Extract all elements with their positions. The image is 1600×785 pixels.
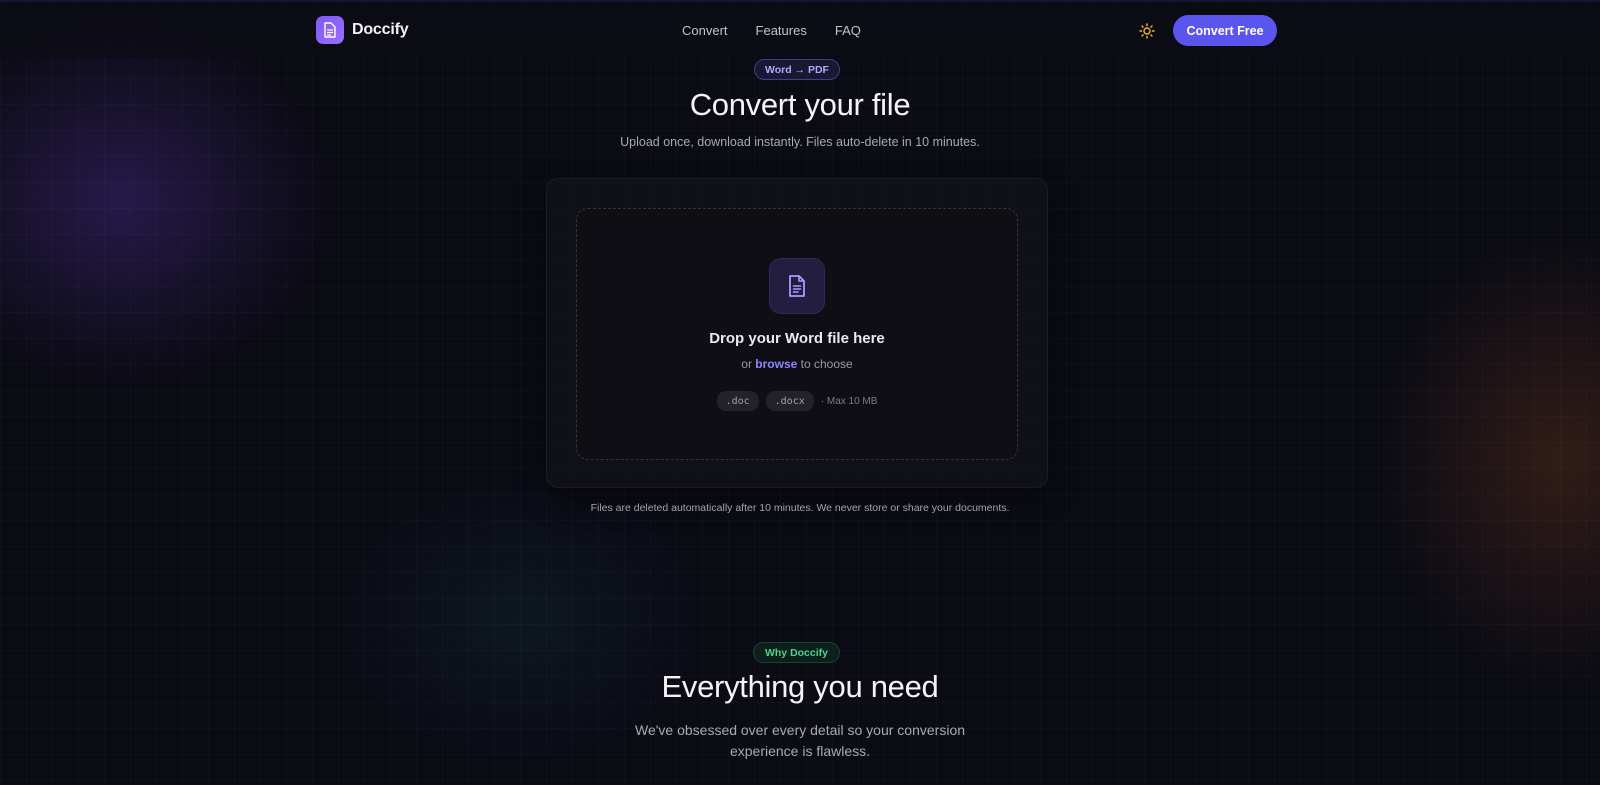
nav-link-faq[interactable]: FAQ xyxy=(835,23,861,38)
dropzone-sub-prefix: or xyxy=(741,357,752,371)
page-title: Convert your file xyxy=(689,87,911,122)
brand-link[interactable]: Doccify xyxy=(316,16,409,44)
features-badge: Why Doccify xyxy=(753,642,840,663)
brand-name: Doccify xyxy=(352,21,409,38)
dropzone-subtitle: or browse to choose xyxy=(577,357,1017,371)
sun-icon xyxy=(1139,23,1155,39)
nav-links: Convert Features FAQ xyxy=(682,23,861,38)
page-subtitle: Upload once, download instantly. Files a… xyxy=(620,135,980,149)
accepted-formats: .doc .docx · Max 10 MB xyxy=(577,391,1017,411)
dropzone-sub-suffix: to choose xyxy=(800,357,853,371)
convert-free-button[interactable]: Convert Free xyxy=(1173,15,1277,46)
nav-link-convert[interactable]: Convert xyxy=(682,23,728,38)
navbar: Doccify Convert Features FAQ Convert Fre… xyxy=(0,2,1600,58)
document-icon xyxy=(316,16,344,44)
theme-toggle-button[interactable] xyxy=(1138,22,1156,40)
features-subtitle: We've obsessed over every detail so your… xyxy=(634,722,966,759)
format-badge-docx: .docx xyxy=(765,391,814,411)
page: Doccify Convert Features FAQ Convert Fre… xyxy=(0,0,1600,785)
document-icon xyxy=(769,258,825,314)
privacy-note: Files are deleted automatically after 10… xyxy=(590,502,1010,514)
nav-link-features[interactable]: Features xyxy=(756,23,807,38)
upload-card: Drop your Word file here or browse to ch… xyxy=(546,178,1048,488)
browse-link[interactable]: browse xyxy=(755,357,797,371)
file-dropzone[interactable]: Drop your Word file here or browse to ch… xyxy=(576,208,1018,460)
format-badge-doc: .doc xyxy=(716,391,759,411)
conversion-badge: Word → PDF xyxy=(754,59,840,80)
dropzone-title: Drop your Word file here xyxy=(709,330,885,347)
features-title: Everything you need xyxy=(661,669,939,704)
max-size-note: · Max 10 MB xyxy=(820,395,878,407)
